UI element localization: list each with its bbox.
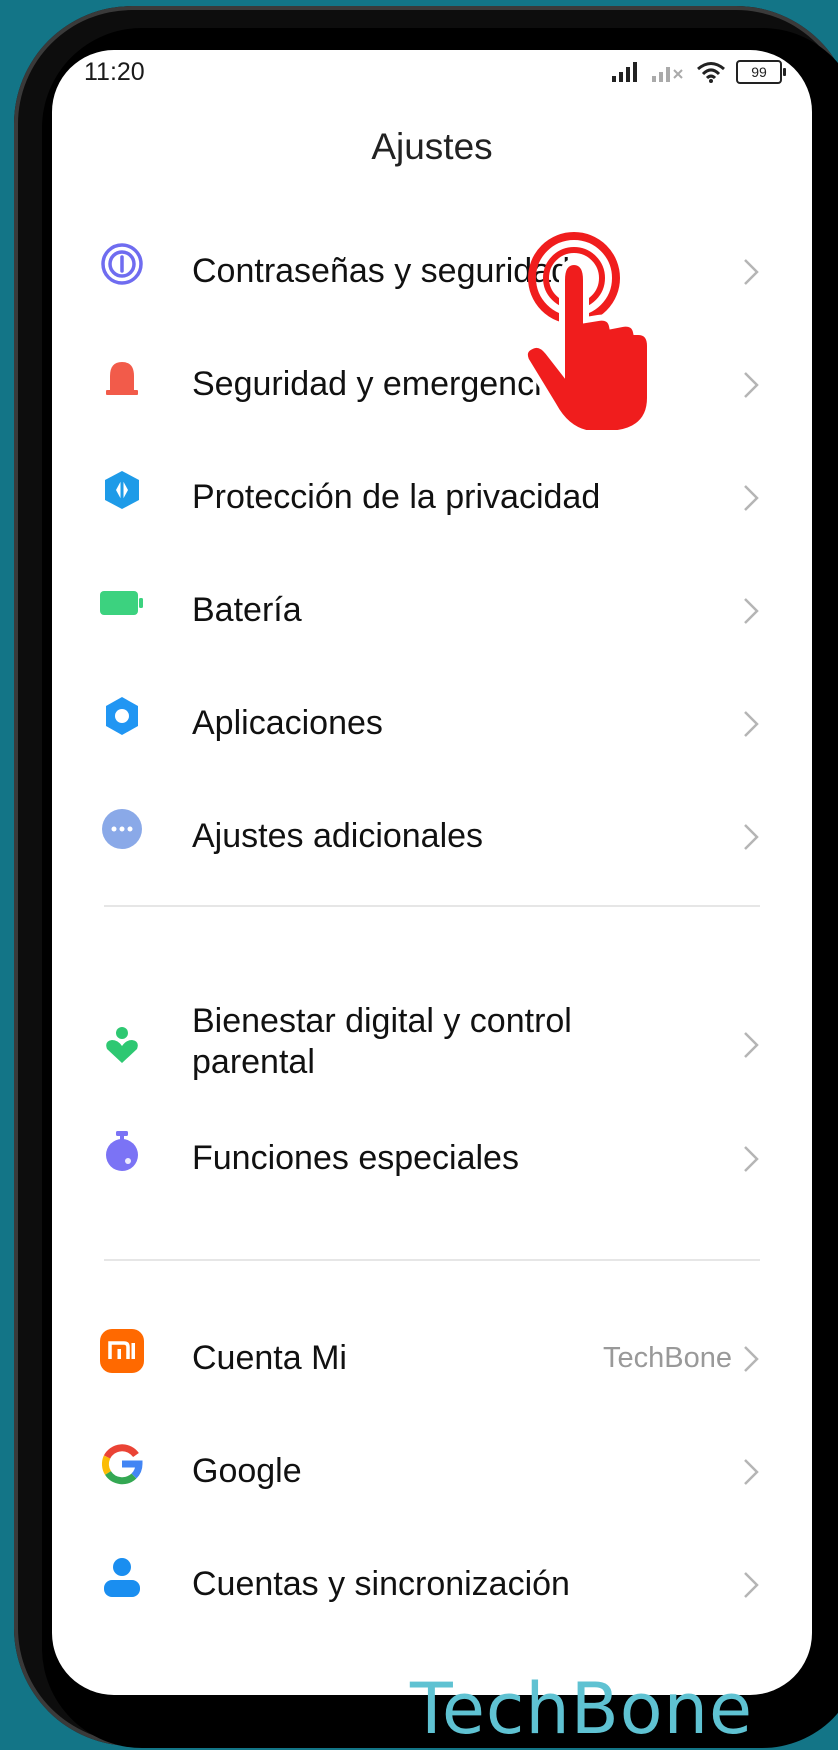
chevron-right-icon	[744, 711, 759, 737]
page-title: Ajustes	[371, 126, 493, 167]
privacy-shield-icon	[100, 468, 144, 512]
settings-item-battery[interactable]: Batería	[52, 559, 812, 669]
tap-hand-icon	[521, 232, 653, 436]
section-divider	[104, 905, 760, 907]
chevron-right-icon	[744, 372, 759, 398]
gear-icon	[100, 694, 144, 738]
chevron-right-icon	[744, 824, 759, 850]
signal-icon	[612, 62, 637, 82]
section-divider	[104, 1259, 760, 1261]
settings-screen: 11:20 99 Ajustes Contraseñas y seguridad…	[52, 50, 812, 1695]
settings-item-apps[interactable]: Aplicaciones	[52, 672, 812, 782]
status-time: 11:20	[84, 58, 145, 86]
settings-item-digital-wellbeing[interactable]: Bienestar digital y control parental	[52, 970, 812, 1120]
settings-item-label-line2: parental	[192, 1043, 315, 1081]
settings-item-safety-emergency[interactable]: Seguridad y emergencia	[52, 333, 812, 443]
settings-item-label: Seguridad y emergencia	[192, 365, 561, 403]
account-person-icon	[100, 1555, 144, 1599]
chevron-right-icon	[744, 1032, 759, 1058]
settings-item-label: Funciones especiales	[192, 1139, 519, 1177]
settings-item-passwords-security[interactable]: Contraseñas y seguridad	[52, 220, 812, 330]
special-features-icon	[100, 1129, 144, 1173]
settings-item-label: Protección de la privacidad	[192, 478, 601, 516]
settings-item-label: Cuenta Mi	[192, 1339, 347, 1377]
signal-no-service-icon	[652, 67, 683, 82]
settings-item-label: Ajustes adicionales	[192, 817, 484, 855]
settings-item-accounts-sync[interactable]: Cuentas y sincronización	[52, 1533, 812, 1643]
watermark: TechBone	[410, 1668, 754, 1750]
wifi-icon	[697, 62, 725, 83]
battery-indicator: 99	[736, 60, 786, 84]
more-dots-icon	[100, 807, 144, 851]
settings-item-google[interactable]: Google	[52, 1420, 812, 1530]
settings-item-special-features[interactable]: Funciones especiales	[52, 1107, 812, 1217]
settings-item-privacy-protection[interactable]: Protección de la privacidad	[52, 446, 812, 556]
chevron-right-icon	[744, 1459, 759, 1485]
siren-icon	[100, 355, 144, 399]
chevron-right-icon	[744, 259, 759, 285]
fingerprint-icon	[100, 242, 144, 286]
settings-item-label-line1: Bienestar digital y control	[192, 1002, 572, 1040]
settings-item-additional-settings[interactable]: Ajustes adicionales	[52, 785, 812, 895]
settings-item-label: Google	[192, 1452, 302, 1490]
chevron-right-icon	[744, 485, 759, 511]
google-logo-icon	[100, 1442, 144, 1486]
settings-item-label: Aplicaciones	[192, 704, 383, 742]
chevron-right-icon	[744, 1572, 759, 1598]
chevron-right-icon	[744, 598, 759, 624]
mi-account-name: TechBone	[603, 1342, 732, 1374]
settings-item-label: Contraseñas y seguridad	[192, 252, 571, 290]
mi-logo-icon	[100, 1329, 144, 1373]
settings-item-mi-account[interactable]: Cuenta Mi TechBone	[52, 1307, 812, 1417]
chevron-right-icon	[744, 1146, 759, 1172]
chevron-right-icon	[744, 1346, 759, 1372]
settings-item-label: Cuentas y sincronización	[192, 1565, 570, 1603]
battery-icon	[100, 581, 144, 625]
settings-item-label: Batería	[192, 591, 302, 629]
wellbeing-heart-icon	[100, 1024, 144, 1068]
status-icons: 99	[612, 56, 786, 88]
